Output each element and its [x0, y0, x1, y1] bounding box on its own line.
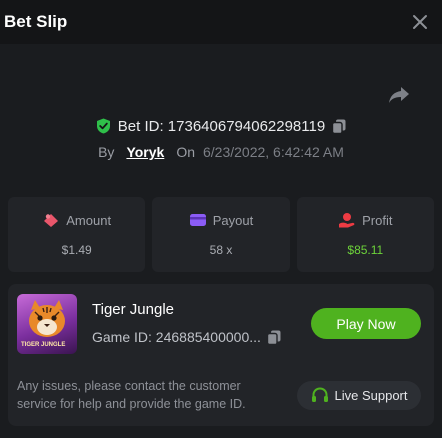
support-notice: Any issues, please contact the customer …	[17, 379, 246, 411]
stat-amount-value: $1.49	[61, 243, 92, 257]
stat-payout-label: Payout	[212, 212, 254, 228]
game-card: TIGER JUNGLE Tiger Jungle Game ID: 24688…	[8, 284, 434, 426]
thumbnail-caption: TIGER JUNGLE	[21, 342, 66, 348]
shield-check-icon	[96, 118, 110, 134]
bet-datetime: 6/23/2022, 6:42:42 AM	[203, 144, 344, 160]
page-title: Bet Slip	[4, 12, 68, 31]
bet-id: Bet ID: 1736406794062298119	[117, 117, 326, 135]
bet-meta-row: By Yoryk On 6/23/2022, 6:42:42 AM	[0, 141, 442, 163]
by-label: By	[98, 144, 115, 160]
headset-icon	[311, 387, 328, 402]
copy-icon[interactable]	[266, 330, 281, 345]
play-now-button[interactable]: Play Now	[311, 308, 421, 339]
game-id-row: Game ID: 246885400000...	[92, 329, 281, 345]
on-label: On	[176, 144, 195, 160]
stat-payout-value: 58 x	[209, 242, 233, 257]
amount-icon	[44, 214, 59, 227]
stat-amount: Amount $1.49	[8, 197, 146, 272]
share-icon[interactable]	[388, 85, 410, 105]
profit-icon	[339, 213, 355, 228]
game-name: Tiger Jungle	[92, 301, 174, 318]
copy-icon[interactable]	[332, 119, 346, 134]
stat-profit-label: Profit	[362, 212, 393, 228]
stat-payout: Payout 58 x	[152, 197, 290, 272]
username-link[interactable]: Yoryk	[126, 144, 164, 160]
stat-profit: Profit $85.11	[296, 197, 434, 272]
game-id: Game ID: 246885400000...	[92, 329, 261, 345]
close-icon[interactable]	[412, 14, 428, 30]
stat-amount-label: Amount	[66, 212, 112, 228]
bet-id-row: Bet ID: 1736406794062298119	[0, 115, 442, 137]
stat-profit-value: $85.11	[347, 243, 384, 257]
live-support-button[interactable]: Live Support	[297, 381, 421, 410]
live-support-label: Live Support	[334, 388, 408, 403]
header: Bet Slip	[0, 0, 442, 44]
payout-icon	[189, 214, 206, 226]
stats-row: Amount $1.49 Payout 58 x Profit $85.11	[8, 197, 434, 272]
game-thumbnail[interactable]: TIGER JUNGLE	[17, 294, 77, 354]
